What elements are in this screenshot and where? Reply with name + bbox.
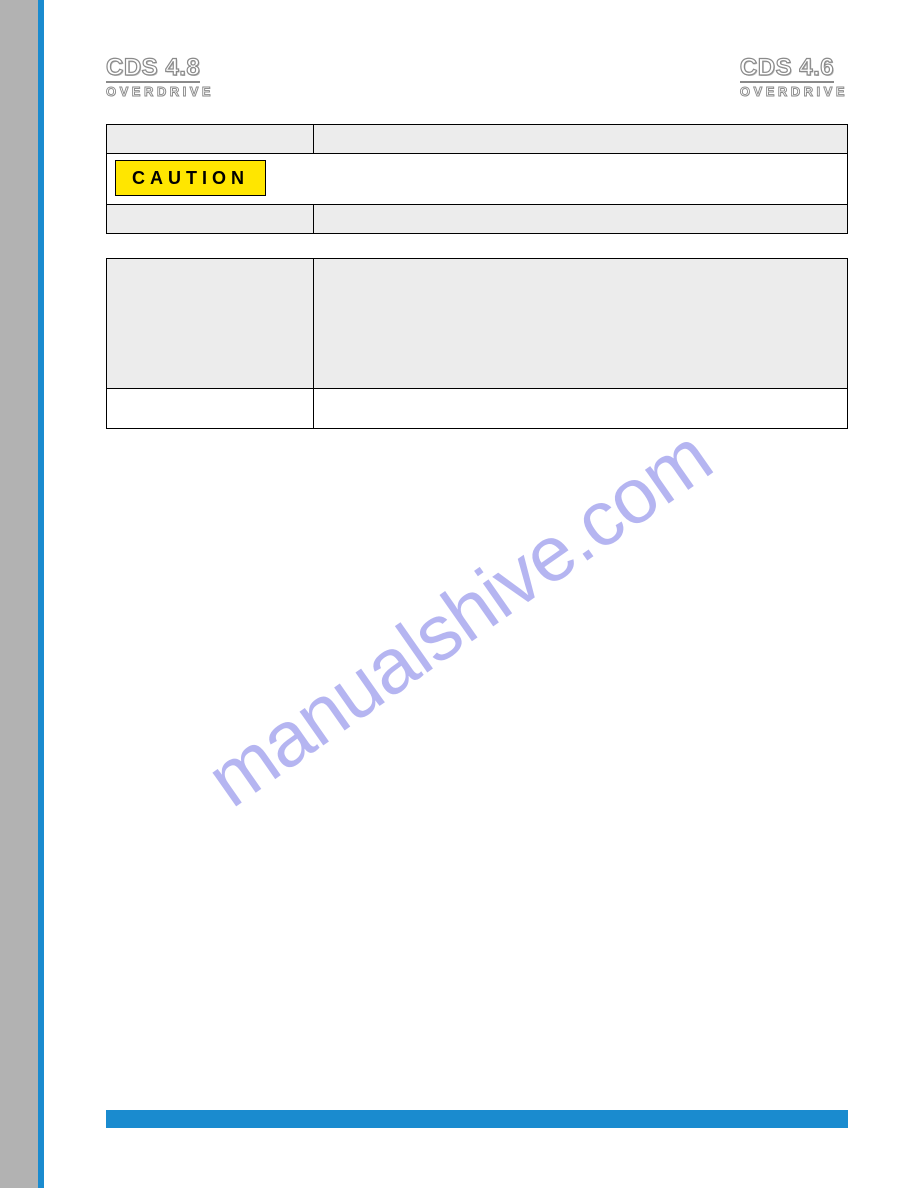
t1-r1-value bbox=[314, 124, 848, 153]
spec-table-1: CAUTION bbox=[106, 124, 848, 234]
logo-left-top: CDS 4.8 bbox=[106, 56, 200, 83]
t2-r2-value bbox=[314, 388, 848, 428]
t2-r1-value bbox=[314, 258, 848, 388]
logo-left-bottom: OVERDRIVE bbox=[106, 85, 214, 98]
t2-r1-label bbox=[107, 258, 314, 388]
logo-right-top: CDS 4.6 bbox=[740, 56, 834, 83]
caution-badge: CAUTION bbox=[115, 160, 266, 196]
t1-r3-label bbox=[107, 204, 314, 233]
logo-right: CDS 4.6 OVERDRIVE bbox=[740, 56, 848, 98]
logo-right-bottom: OVERDRIVE bbox=[740, 85, 848, 98]
sidebar-gray bbox=[0, 0, 38, 1188]
page-content: CDS 4.8 OVERDRIVE CDS 4.6 OVERDRIVE CAUT… bbox=[44, 0, 918, 1188]
t1-r3-value bbox=[314, 204, 848, 233]
t1-r1-label bbox=[107, 124, 314, 153]
spec-table-2 bbox=[106, 258, 848, 429]
footer-bar bbox=[106, 1110, 848, 1128]
t1-caution-cell: CAUTION bbox=[107, 153, 848, 204]
logo-left: CDS 4.8 OVERDRIVE bbox=[106, 56, 214, 98]
t2-r2-label bbox=[107, 388, 314, 428]
logo-row: CDS 4.8 OVERDRIVE CDS 4.6 OVERDRIVE bbox=[106, 56, 848, 98]
